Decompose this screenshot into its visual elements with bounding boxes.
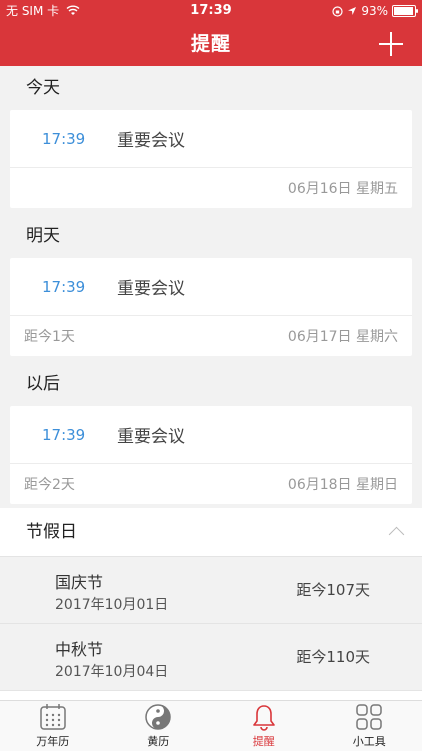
holiday-section-title: 节假日	[26, 522, 77, 542]
reminder-distance: 距今2天	[24, 474, 75, 494]
reminder-date: 06月16日 星期五	[288, 178, 398, 198]
chevron-up-icon	[389, 527, 405, 543]
tab-label: 提醒	[253, 733, 275, 749]
reminder-time: 17:39	[10, 130, 117, 148]
bell-icon	[249, 702, 279, 732]
add-reminder-button[interactable]	[378, 31, 404, 57]
title-bar: 提醒	[0, 22, 422, 66]
tab-label: 万年历	[36, 733, 69, 749]
header: 无 SIM 卡 17:39 93% 提醒	[0, 0, 422, 66]
section-title-later: 以后	[0, 362, 422, 406]
location-icon	[347, 6, 357, 16]
reminder-time: 17:39	[10, 278, 117, 296]
status-right: 93%	[332, 0, 416, 22]
holiday-row[interactable]: 国庆节 2017年10月01日 距今107天	[0, 557, 422, 624]
battery-fill	[394, 7, 413, 15]
tab-almanac[interactable]: 黄历	[106, 701, 212, 751]
battery-icon	[392, 5, 416, 17]
section-title-tomorrow: 明天	[0, 214, 422, 258]
calendar-icon	[38, 702, 68, 732]
tab-reminder[interactable]: 提醒	[211, 701, 317, 751]
holiday-distance: 距今107天	[296, 579, 370, 600]
holiday-row[interactable]: 中秋节 2017年10月04日 距今110天	[0, 624, 422, 691]
reminder-title: 重要会议	[117, 274, 185, 299]
reminder-title: 重要会议	[117, 422, 185, 447]
reminder-card-today[interactable]: 17:39 重要会议 06月16日 星期五	[10, 110, 412, 208]
holiday-name: 中秋节	[55, 636, 103, 660]
reminder-title: 重要会议	[117, 126, 185, 151]
reminder-card-tomorrow[interactable]: 17:39 重要会议 距今1天 06月17日 星期六	[10, 258, 412, 356]
reminder-date: 06月17日 星期六	[288, 326, 398, 346]
rotation-lock-icon	[332, 6, 343, 17]
holiday-name: 国庆节	[55, 569, 103, 593]
reminder-time: 17:39	[10, 426, 117, 444]
tab-label: 小工具	[353, 733, 386, 749]
reminder-date: 06月18日 星期日	[288, 474, 398, 494]
tab-bar: 万年历 黄历 提醒 小工具	[0, 700, 422, 751]
tab-label: 黄历	[147, 733, 169, 749]
section-title-today: 今天	[0, 66, 422, 110]
status-bar: 无 SIM 卡 17:39 93%	[0, 0, 422, 22]
tab-calendar[interactable]: 万年历	[0, 701, 106, 751]
holiday-date: 2017年10月01日	[55, 594, 168, 614]
battery-percent: 93%	[361, 0, 388, 22]
yin-yang-icon	[143, 702, 173, 732]
solar-term-section-header[interactable]: 节气	[0, 691, 422, 700]
holiday-section-header[interactable]: 节假日	[0, 508, 422, 557]
grid-icon	[354, 702, 384, 732]
page-title: 提醒	[0, 22, 422, 66]
holiday-distance: 距今110天	[296, 646, 370, 667]
holiday-date: 2017年10月04日	[55, 661, 168, 681]
reminder-list[interactable]: 今天 17:39 重要会议 06月16日 星期五 明天 17:39 重要会议 距…	[0, 66, 422, 700]
reminder-distance: 距今1天	[24, 326, 75, 346]
reminder-card-later[interactable]: 17:39 重要会议 距今2天 06月18日 星期日	[10, 406, 412, 504]
tab-tools[interactable]: 小工具	[317, 701, 422, 751]
